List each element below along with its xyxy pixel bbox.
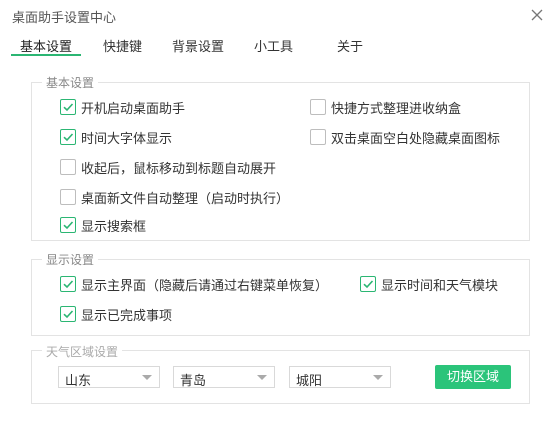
checkbox-checked-icon	[60, 217, 76, 233]
basic-settings-legend: 基本设置	[42, 74, 99, 91]
province-select[interactable]: 山东	[58, 366, 160, 388]
tab-hotkeys[interactable]: 快捷键	[103, 36, 142, 55]
chevron-down-icon	[373, 375, 383, 380]
checkbox-label: 时间大字体显示	[81, 130, 173, 146]
province-value: 山东	[65, 373, 92, 388]
weather-region-legend: 天气区域设置	[42, 343, 123, 360]
checkbox-show-main-ui[interactable]: 显示主界面（隐藏后请通过右键菜单恢复）	[60, 274, 328, 294]
checkbox-unchecked-icon	[60, 189, 76, 205]
checkbox-autostart[interactable]: 开机启动桌面助手	[60, 97, 185, 117]
checkbox-label: 显示主界面（隐藏后请通过右键菜单恢复）	[81, 277, 329, 293]
tab-about[interactable]: 关于	[337, 36, 363, 55]
checkbox-checked-icon	[60, 129, 76, 145]
checkbox-show-completed[interactable]: 显示已完成事项	[60, 304, 172, 324]
chevron-down-icon	[142, 375, 152, 380]
checkbox-label: 收起后，鼠标移动到标题自动展开	[81, 160, 277, 176]
checkbox-hover-expand[interactable]: 收起后，鼠标移动到标题自动展开	[60, 157, 276, 177]
display-settings-group	[31, 259, 530, 336]
checkbox-shortcut-box[interactable]: 快捷方式整理进收纳盒	[310, 97, 461, 117]
close-button[interactable]	[525, 4, 549, 26]
tab-background[interactable]: 背景设置	[172, 36, 224, 55]
display-settings-legend: 显示设置	[42, 251, 99, 268]
checkbox-auto-organize[interactable]: 桌面新文件自动整理（启动时执行）	[60, 187, 289, 207]
tab-widgets[interactable]: 小工具	[254, 36, 293, 55]
district-select[interactable]: 城阳	[289, 366, 391, 388]
checkbox-doubleclick-hide-icons[interactable]: 双击桌面空白处隐藏桌面图标	[310, 127, 500, 147]
checkbox-label: 快捷方式整理进收纳盒	[331, 100, 462, 116]
district-value: 城阳	[296, 373, 323, 388]
tab-bar: 基本设置 快捷键 背景设置 小工具 关于	[0, 30, 560, 58]
checkbox-label: 显示已完成事项	[81, 307, 173, 323]
checkbox-unchecked-icon	[60, 159, 76, 175]
checkbox-label: 显示搜索框	[81, 218, 147, 234]
close-icon	[531, 9, 543, 21]
checkbox-label: 开机启动桌面助手	[81, 100, 186, 116]
window-title: 桌面助手设置中心	[12, 10, 117, 25]
city-value: 青岛	[180, 373, 207, 388]
checkbox-unchecked-icon	[310, 99, 326, 115]
checkbox-label: 双击桌面空白处隐藏桌面图标	[331, 130, 501, 146]
active-tab-indicator	[11, 54, 81, 56]
checkbox-label: 桌面新文件自动整理（启动时执行）	[81, 190, 290, 206]
checkbox-checked-icon	[60, 99, 76, 115]
checkbox-checked-icon	[60, 306, 76, 322]
checkbox-unchecked-icon	[310, 129, 326, 145]
checkbox-show-search[interactable]: 显示搜索框	[60, 215, 146, 235]
checkbox-checked-icon	[60, 276, 76, 292]
switch-region-button[interactable]: 切换区域	[435, 365, 511, 389]
city-select[interactable]: 青岛	[173, 366, 275, 388]
checkbox-show-time-weather[interactable]: 显示时间和天气模块	[360, 274, 498, 294]
checkbox-label: 显示时间和天气模块	[381, 277, 499, 293]
checkbox-checked-icon	[360, 276, 376, 292]
chevron-down-icon	[257, 375, 267, 380]
title-bar: 桌面助手设置中心	[0, 0, 560, 30]
checkbox-large-time-font[interactable]: 时间大字体显示	[60, 127, 172, 147]
tab-basic-settings[interactable]: 基本设置	[20, 36, 72, 55]
